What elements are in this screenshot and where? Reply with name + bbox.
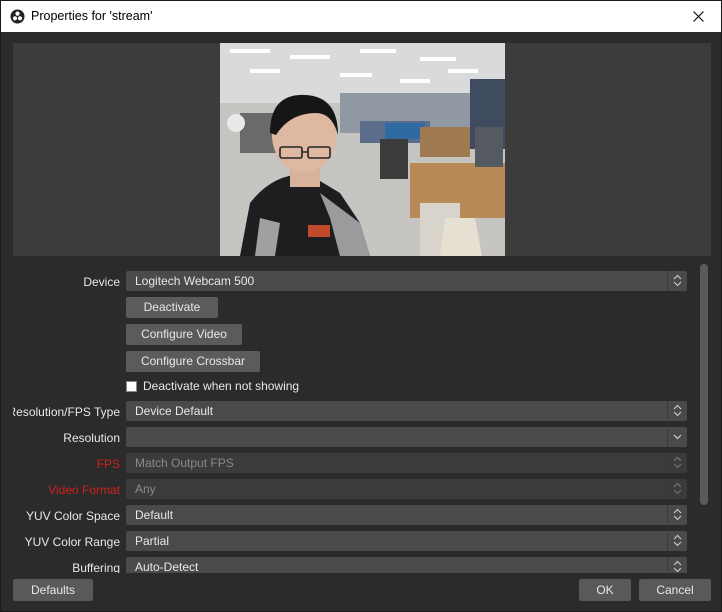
up-down-icon: [667, 453, 687, 473]
up-down-icon: [667, 557, 687, 573]
resolution-fps-type-select[interactable]: Device Default: [126, 401, 687, 421]
yuv-color-space-label: YUV Color Space: [25, 509, 120, 523]
yuv-color-range-value: Partial: [135, 534, 170, 548]
fps-value: Match Output FPS: [135, 456, 234, 470]
close-button[interactable]: [677, 1, 721, 32]
fps-label: FPS: [96, 457, 120, 471]
close-icon: [693, 11, 704, 22]
resolution-fps-type-value: Device Default: [135, 404, 214, 418]
properties-list: Device Logitech Webcam 500 Deactivate Co…: [13, 263, 698, 573]
yuv-color-space-select[interactable]: Default: [126, 505, 687, 525]
yuv-color-space-value: Default: [135, 508, 174, 522]
up-down-icon: [667, 479, 687, 499]
fps-select[interactable]: Match Output FPS: [126, 453, 687, 473]
title-bar: Properties for 'stream': [1, 1, 721, 32]
obs-logo-icon: [10, 9, 25, 24]
buffering-value: Auto-Detect: [135, 560, 199, 573]
webcam-preview: [220, 43, 505, 256]
device-value: Logitech Webcam 500: [135, 274, 255, 288]
buffering-label: Buffering: [72, 561, 120, 573]
yuv-color-range-label: YUV Color Range: [24, 535, 120, 549]
chevron-down-icon: [667, 427, 687, 447]
yuv-color-range-select[interactable]: Partial: [126, 531, 687, 551]
deactivate-when-not-showing-checkbox[interactable]: [126, 381, 137, 392]
up-down-icon: [667, 505, 687, 525]
ok-button[interactable]: OK: [579, 579, 631, 601]
video-format-label: Video Format: [48, 483, 120, 497]
resolution-label: Resolution: [63, 431, 120, 445]
vertical-scrollbar[interactable]: [700, 264, 708, 505]
cancel-button[interactable]: Cancel: [639, 579, 711, 601]
deactivate-when-not-showing-label: Deactivate when not showing: [143, 379, 300, 393]
properties-dialog: Properties for 'stream' Device Logitech …: [0, 0, 722, 612]
video-format-value: Any: [135, 482, 156, 496]
up-down-icon: [667, 271, 687, 291]
buffering-select[interactable]: Auto-Detect: [126, 557, 687, 573]
resolution-fps-type-label: Resolution/FPS Type: [13, 405, 120, 419]
video-format-select[interactable]: Any: [126, 479, 687, 499]
defaults-button[interactable]: Defaults: [13, 579, 93, 601]
resolution-select[interactable]: [126, 427, 687, 447]
configure-crossbar-button[interactable]: Configure Crossbar: [126, 351, 260, 372]
deactivate-button[interactable]: Deactivate: [126, 297, 218, 318]
device-select[interactable]: Logitech Webcam 500: [126, 271, 687, 291]
window-title: Properties for 'stream': [31, 9, 153, 23]
up-down-icon: [667, 531, 687, 551]
up-down-icon: [667, 401, 687, 421]
device-label: Device: [83, 275, 120, 289]
configure-video-button[interactable]: Configure Video: [126, 324, 242, 345]
